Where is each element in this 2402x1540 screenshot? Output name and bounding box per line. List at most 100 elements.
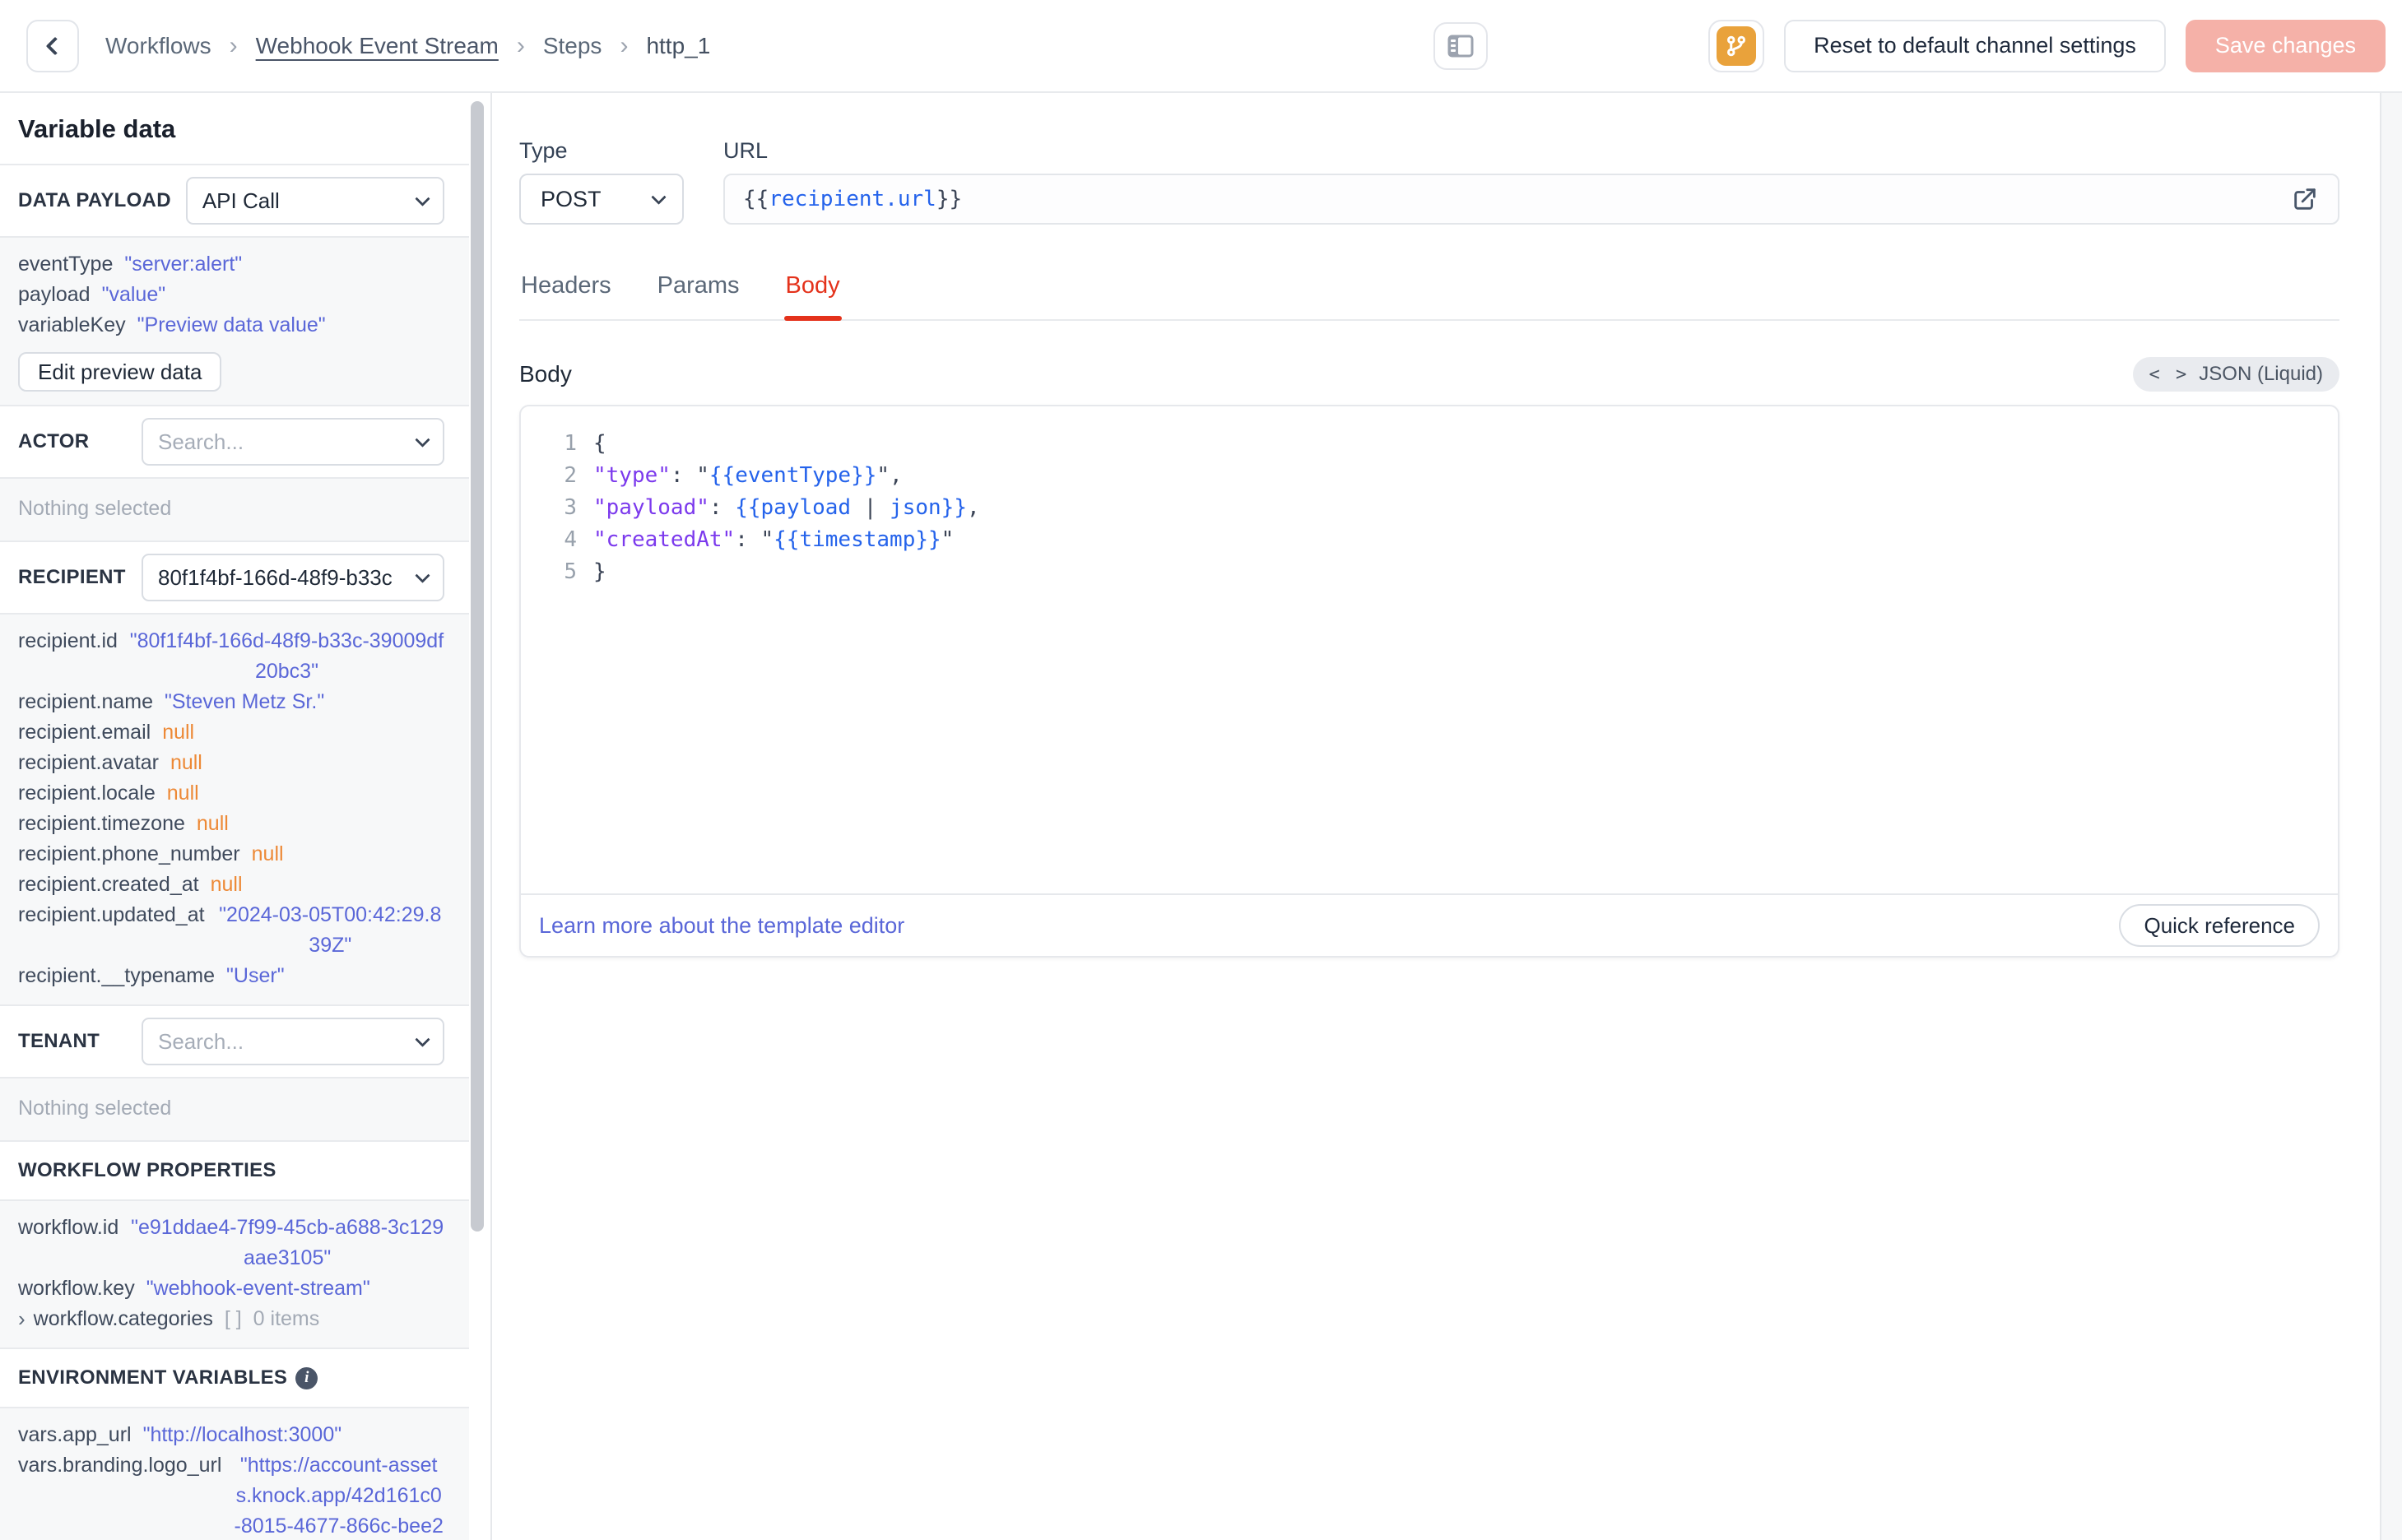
sidebar-toggle-button[interactable] xyxy=(1433,21,1488,70)
kv-value: null xyxy=(162,721,195,744)
workflow-step-editor-page: Workflows › Webhook Event Stream › Steps… xyxy=(0,0,2402,1540)
code-line[interactable]: 4 "createdAt": "{{timestamp}}" xyxy=(521,524,2338,556)
kv-key: recipient.phone_number xyxy=(18,842,240,865)
workflow-properties-block: workflow.id "e91ddae4-7f99-45cb-a688-3c12… xyxy=(0,1201,469,1348)
external-link-icon[interactable] xyxy=(2290,184,2320,214)
url-input[interactable]: {{recipient.url}} xyxy=(723,174,2339,225)
code-line-content: { xyxy=(593,431,606,456)
body-section-label: Body xyxy=(519,361,572,387)
recipient-select[interactable]: 80f1f4bf-166d-48f9-b33c xyxy=(142,554,444,601)
breadcrumb-separator: › xyxy=(516,31,525,59)
sidebar-scrollbar[interactable] xyxy=(471,101,484,1232)
breadcrumb-steps[interactable]: Steps xyxy=(543,33,602,59)
kv-key: recipient.name xyxy=(18,690,153,713)
back-button[interactable] xyxy=(26,19,79,72)
info-icon[interactable]: i xyxy=(295,1366,318,1389)
kv-value: "2024-03-05T00:42:29.839Z" xyxy=(219,903,442,957)
tab-headers[interactable]: Headers xyxy=(519,272,613,319)
recipient-row: RECIPIENT 80f1f4bf-166d-48f9-b33c xyxy=(0,542,469,613)
reset-channel-settings-button[interactable]: Reset to default channel settings xyxy=(1784,19,2166,72)
kv-key: recipient.locale xyxy=(18,782,156,805)
language-badge: < > JSON (Liquid) xyxy=(2132,357,2339,392)
workflow-properties-header: WORKFLOW PROPERTIES xyxy=(0,1142,469,1199)
kv-row-variableKey: variableKey "Preview data value" xyxy=(18,310,444,341)
kv-value: null xyxy=(251,842,284,865)
code-line[interactable]: 3 "payload": {{payload | json}}, xyxy=(521,492,2338,524)
quick-reference-button[interactable]: Quick reference xyxy=(2119,904,2320,947)
tenant-empty-block: Nothing selected xyxy=(0,1078,469,1140)
tenant-search-placeholder: Search... xyxy=(158,1028,244,1054)
request-editor-main: Type POST URL {{recipient.url}} Headers … xyxy=(492,93,2380,1540)
actor-row: ACTOR Search... xyxy=(0,406,469,477)
kv-key: recipient.created_at xyxy=(18,873,199,896)
commit-changes-button[interactable] xyxy=(1708,19,1765,72)
method-select[interactable]: POST xyxy=(519,174,684,225)
kv-row-recipient.phone_number: recipient.phone_number null xyxy=(18,839,444,870)
breadcrumb-workflows[interactable]: Workflows xyxy=(105,33,211,59)
recipient-kv-list: recipient.id "80f1f4bf-166d-48f9-b33c-390… xyxy=(18,626,444,991)
preview-kv-list: eventType "server:alert" payload "value" var… xyxy=(18,249,444,341)
save-changes-button[interactable]: Save changes xyxy=(2185,19,2386,72)
data-payload-select[interactable]: API Call xyxy=(185,177,444,225)
code-line-content: "createdAt": "{{timestamp}}" xyxy=(593,527,955,552)
kv-row-recipient.id: recipient.id "80f1f4bf-166d-48f9-b33c-390… xyxy=(18,626,444,687)
kv-row-workflow.key: workflow.key "webhook-event-stream" xyxy=(18,1273,444,1304)
code-editor[interactable]: 1{2 "type": "{{eventType}}", 3 "payload": {… xyxy=(521,406,2338,893)
edit-preview-data-button[interactable]: Edit preview data xyxy=(18,352,222,392)
actor-empty-block: Nothing selected xyxy=(0,479,469,540)
kv-key: recipient.id xyxy=(18,629,118,652)
recipient-selected-value: 80f1f4bf-166d-48f9-b33c xyxy=(158,564,393,590)
code-line[interactable]: 1{ xyxy=(521,428,2338,460)
line-number: 3 xyxy=(564,495,577,520)
code-line[interactable]: 2 "type": "{{eventType}}", xyxy=(521,460,2338,492)
kv-meta: 0 items xyxy=(253,1307,320,1330)
kv-row-recipient.name: recipient.name "Steven Metz Sr." xyxy=(18,687,444,717)
kv-value: null xyxy=(170,751,202,774)
kv-value: "80f1f4bf-166d-48f9-b33c-39009df20bc3" xyxy=(129,629,444,683)
chevron-left-icon xyxy=(45,36,65,55)
kv-row-workflow.id: workflow.id "e91ddae4-7f99-45cb-a688-3c12… xyxy=(18,1213,444,1273)
code-brackets-icon: < > xyxy=(2149,364,2190,385)
url-field-label: URL xyxy=(723,138,769,163)
kv-key: workflow.id xyxy=(18,1216,119,1239)
kv-row-vars.branding.logo_url: vars.branding.logo_url "https://account-a… xyxy=(18,1450,444,1540)
kv-value: null xyxy=(196,812,229,835)
kv-row-workflow.categories[interactable]: › workflow.categories [ ] 0 items xyxy=(18,1304,444,1334)
line-number: 1 xyxy=(564,431,577,456)
actor-empty-text: Nothing selected xyxy=(18,497,172,520)
kv-row-recipient.updated_at: recipient.updated_at "2024-03-05T00:42:29… xyxy=(18,900,444,961)
kv-row-payload: payload "value" xyxy=(18,280,444,310)
code-line-content: "payload": {{payload | json}}, xyxy=(593,495,980,520)
expand-caret-icon[interactable]: › xyxy=(18,1304,26,1334)
template-editor-docs-link[interactable]: Learn more about the template editor xyxy=(539,913,904,939)
kv-value: "Preview data value" xyxy=(137,313,326,336)
type-field-col: Type POST xyxy=(519,138,684,225)
kv-key: workflow.categories xyxy=(33,1307,213,1330)
kv-value: "e91ddae4-7f99-45cb-a688-3c129aae3105" xyxy=(131,1216,444,1269)
actor-search-placeholder: Search... xyxy=(158,429,244,454)
url-field-col: URL {{recipient.url}} xyxy=(723,138,2339,225)
content-row: Variable data DATA PAYLOAD API Call even… xyxy=(0,93,2402,1540)
kv-row-recipient.timezone: recipient.timezone null xyxy=(18,809,444,839)
data-payload-label: DATA PAYLOAD xyxy=(18,189,171,211)
environment-variables-block: vars.app_url "http://localhost:3000" vars.… xyxy=(0,1408,469,1540)
kv-key: recipient.avatar xyxy=(18,751,159,774)
topbar-actions: Reset to default channel settings Save c… xyxy=(1708,19,2386,72)
breadcrumb-workflow-name[interactable]: Webhook Event Stream xyxy=(256,33,499,59)
kv-key: recipient.email xyxy=(18,721,151,744)
kv-row-recipient.created_at: recipient.created_at null xyxy=(18,870,444,900)
kv-key: variableKey xyxy=(18,313,126,336)
code-line[interactable]: 5} xyxy=(521,556,2338,588)
chevron-down-icon xyxy=(651,188,667,205)
tab-body[interactable]: Body xyxy=(783,272,842,321)
body-section-header: Body < > JSON (Liquid) xyxy=(519,357,2339,392)
kv-key: vars.branding.logo_url xyxy=(18,1454,222,1477)
tab-params[interactable]: Params xyxy=(656,272,741,319)
actor-search-select[interactable]: Search... xyxy=(142,418,444,466)
tenant-search-select[interactable]: Search... xyxy=(142,1018,444,1065)
kv-row-eventType: eventType "server:alert" xyxy=(18,249,444,280)
kv-row-recipient.avatar: recipient.avatar null xyxy=(18,748,444,778)
kv-row-recipient.email: recipient.email null xyxy=(18,717,444,748)
line-number: 5 xyxy=(564,559,577,584)
workflow-kv-list: workflow.id "e91ddae4-7f99-45cb-a688-3c12… xyxy=(18,1213,444,1334)
